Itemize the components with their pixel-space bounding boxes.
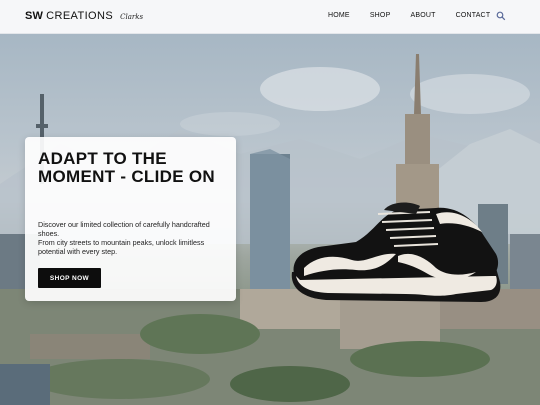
nav-link-shop[interactable]: SHOP <box>370 12 391 19</box>
brand-name-light: CREATIONS <box>46 10 114 22</box>
hero-description-line-1: Discover our limited collection of caref… <box>38 220 210 238</box>
nav-links: HOME SHOP ABOUT CONTACT <box>328 12 510 19</box>
nav-link-about[interactable]: ABOUT <box>410 12 435 19</box>
hero-description: Discover our limited collection of caref… <box>38 220 228 256</box>
top-navbar: SW CREATIONS Clarks HOME SHOP ABOUT CONT… <box>0 0 540 34</box>
hero-section: ADAPT TO THE MOMENT - CLIDE ON Discover … <box>0 34 540 405</box>
hero-title: ADAPT TO THE MOMENT - CLIDE ON <box>38 149 215 186</box>
brand-signature: Clarks <box>120 13 144 21</box>
sneaker-product-image <box>291 202 501 302</box>
hero-description-line-2: From city streets to mountain peaks, unl… <box>38 238 205 256</box>
hero-card: ADAPT TO THE MOMENT - CLIDE ON Discover … <box>25 137 236 301</box>
brand-name-bold: SW <box>25 10 44 22</box>
shop-now-button[interactable]: SHOP NOW <box>38 268 101 288</box>
search-icon[interactable] <box>496 11 506 21</box>
nav-link-home[interactable]: HOME <box>328 12 350 19</box>
brand-logo[interactable]: SW CREATIONS Clarks <box>25 10 143 22</box>
nav-link-contact[interactable]: CONTACT <box>456 12 491 19</box>
